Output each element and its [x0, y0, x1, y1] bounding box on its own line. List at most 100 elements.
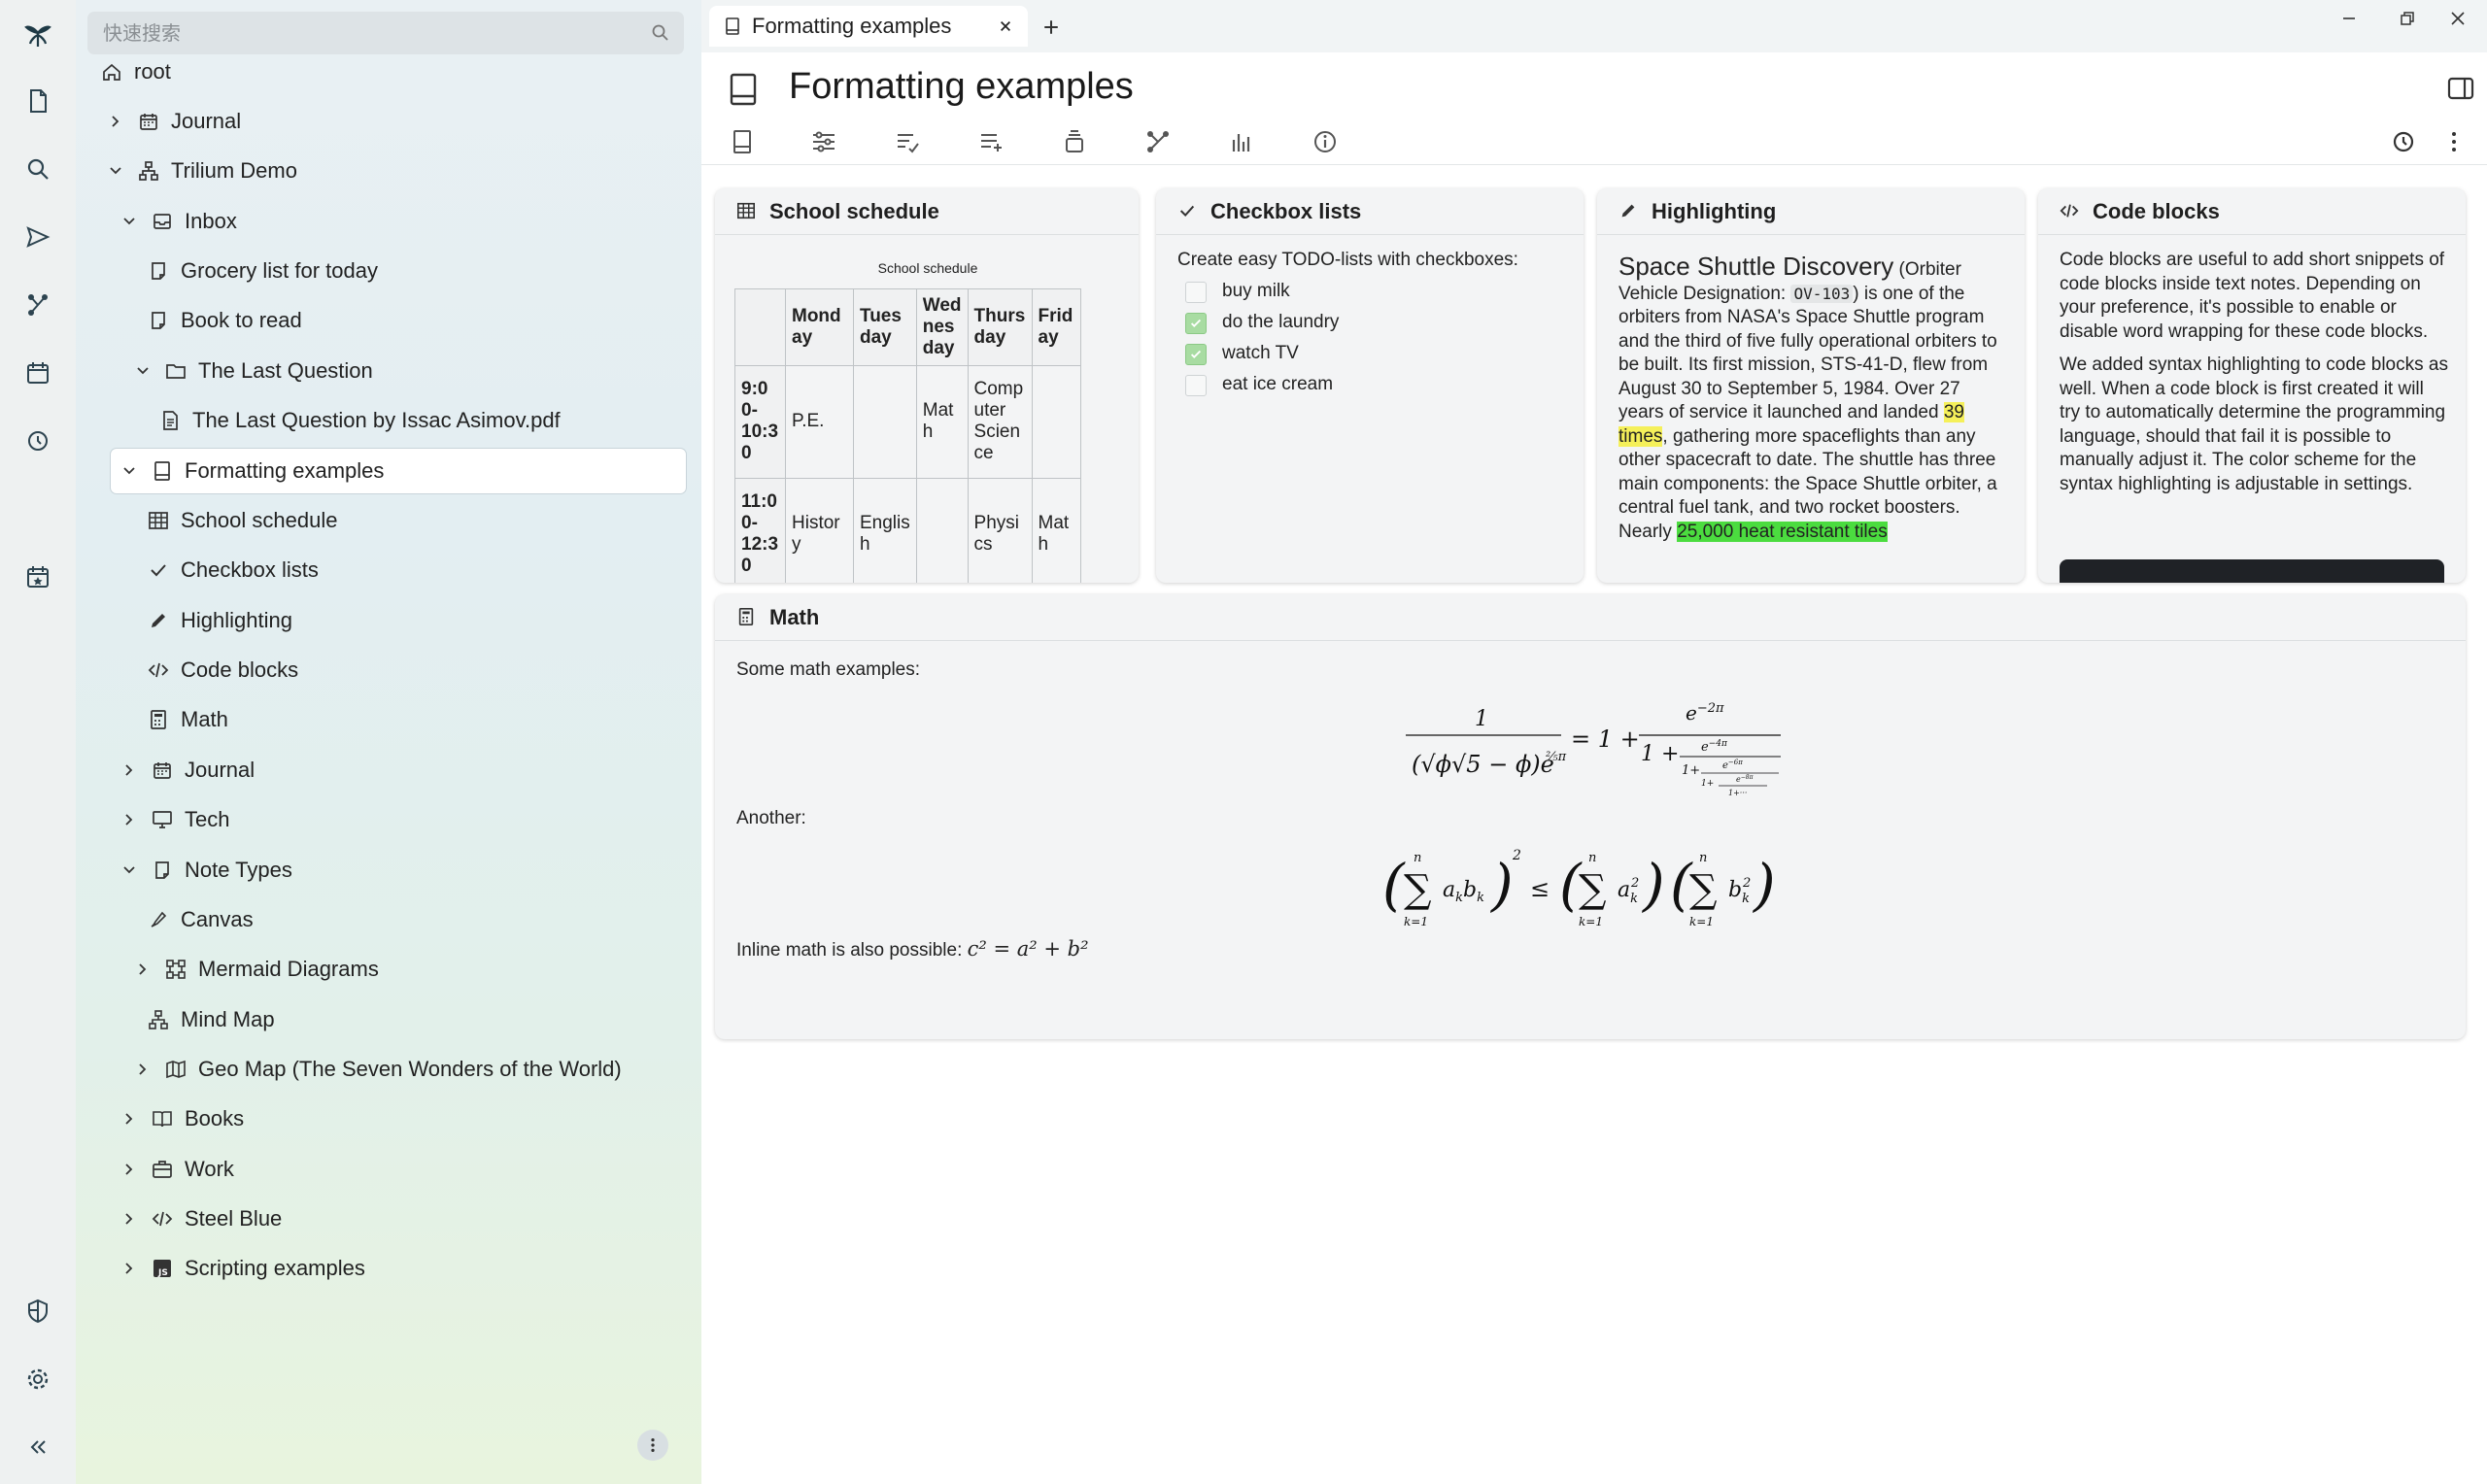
- svg-text:n: n: [1699, 851, 1707, 865]
- tree-item-highlighting[interactable]: Highlighting: [146, 598, 292, 643]
- close-window-button[interactable]: [2429, 2, 2487, 35]
- more-actions-icon[interactable]: [2436, 124, 2471, 159]
- tree-item-steel-blue[interactable]: Steel Blue: [119, 1197, 282, 1241]
- chevron-right-icon[interactable]: [119, 1108, 140, 1130]
- book-properties-icon[interactable]: [725, 124, 760, 159]
- dots-vertical-icon: [651, 1437, 655, 1453]
- table-icon: [736, 201, 758, 222]
- quick-search-input[interactable]: [103, 12, 628, 54]
- tree-item-canvas[interactable]: Canvas: [146, 897, 254, 942]
- tree-item-formatting-examples[interactable]: Formatting examples: [111, 449, 686, 493]
- calendar-icon[interactable]: [18, 354, 57, 392]
- send-icon[interactable]: [18, 218, 57, 256]
- chevron-right-icon[interactable]: [119, 1208, 140, 1230]
- book-icon: [730, 73, 757, 106]
- chevron-down-icon[interactable]: [119, 460, 140, 482]
- minimize-window-button[interactable]: [2320, 2, 2378, 35]
- math-another: Another:: [736, 807, 806, 828]
- card-body: Create easy TODO-lists with checkboxes: …: [1177, 249, 1566, 583]
- tree-item-the-last-question[interactable]: The Last Question: [132, 349, 373, 393]
- checkbox-unchecked[interactable]: [1185, 281, 1207, 303]
- close-icon: [2451, 12, 2465, 25]
- chevron-down-icon[interactable]: [119, 211, 140, 232]
- svg-text:1 +: 1 +: [1641, 742, 1679, 766]
- svg-text:(√ϕ√5 − ϕ)e: (√ϕ√5 − ϕ)e: [1412, 751, 1554, 778]
- note-title[interactable]: Formatting examples: [789, 66, 1134, 108]
- tree-item-book-to-read[interactable]: Book to read: [146, 298, 302, 343]
- note-map-icon[interactable]: [1141, 124, 1175, 159]
- tree-item-school-schedule[interactable]: School schedule: [146, 498, 337, 543]
- chevron-right-icon[interactable]: [132, 1059, 153, 1080]
- note-revisions-icon[interactable]: [2386, 124, 2421, 159]
- card-school-schedule[interactable]: School schedule School schedule Mond ay T…: [715, 188, 1139, 583]
- tree-item-mind-map[interactable]: Mind Map: [146, 997, 275, 1042]
- card-header: Math: [715, 594, 2466, 641]
- today-icon[interactable]: [18, 557, 57, 596]
- tree-item-inbox[interactable]: Inbox: [119, 199, 237, 244]
- tree-item-journal[interactable]: Journal: [105, 99, 241, 144]
- chevron-down-icon[interactable]: [105, 160, 126, 182]
- toggle-right-pane-icon[interactable]: [2446, 74, 2475, 103]
- checkbox-checked[interactable]: [1185, 343, 1207, 365]
- tree-item-geo-map-the-seven-wonders-of-the-world[interactable]: Geo Map (The Seven Wonders of the World): [132, 1047, 622, 1092]
- svg-text:e−4π: e−4π: [1701, 739, 1728, 755]
- restore-window-button[interactable]: [2378, 2, 2436, 35]
- card-highlighting[interactable]: Highlighting Space Shuttle Discovery (Or…: [1597, 188, 2025, 583]
- checkbox-unchecked[interactable]: [1185, 374, 1207, 396]
- chevron-right-icon[interactable]: [119, 809, 140, 830]
- sitemap-icon: [136, 158, 161, 184]
- chevron-right-icon[interactable]: [119, 1159, 140, 1180]
- search-icon[interactable]: [18, 150, 57, 188]
- note-map-icon[interactable]: [18, 286, 57, 324]
- table-row: 9:0 0- 10:3 0 P.E. Mat h Comp uter Scien ce: [734, 364, 1081, 479]
- table-header-cell: Frid ay: [1031, 287, 1081, 366]
- recent-changes-icon[interactable]: [18, 422, 57, 460]
- sidebar-menu-button[interactable]: [637, 1430, 668, 1461]
- trilium-logo-icon[interactable]: [18, 16, 57, 54]
- chevron-down-icon[interactable]: [132, 360, 153, 382]
- chevron-right-icon[interactable]: [132, 959, 153, 980]
- card-checkbox-lists[interactable]: Checkbox lists Create easy TODO-lists wi…: [1156, 188, 1584, 583]
- tree-item-scripting-examples[interactable]: JS Scripting examples: [119, 1246, 365, 1291]
- svg-text:e−2π: e−2π: [1686, 701, 1724, 725]
- table-cell: P.E.: [785, 364, 854, 479]
- search-icon[interactable]: [651, 23, 670, 43]
- tree-item-code-blocks[interactable]: Code blocks: [146, 648, 298, 692]
- promoted-attributes-icon[interactable]: [890, 124, 925, 159]
- owned-attributes-icon[interactable]: [973, 124, 1008, 159]
- note-options-icon[interactable]: [806, 124, 841, 159]
- chevron-right-icon[interactable]: [119, 759, 140, 781]
- note-icon: [146, 258, 171, 284]
- tree-item-checkbox-lists[interactable]: Checkbox lists: [146, 548, 319, 592]
- tree-item-mermaid-diagrams[interactable]: Mermaid Diagrams: [132, 947, 379, 992]
- tab-formatting-examples[interactable]: Formatting examples: [709, 6, 1028, 47]
- close-tab-icon[interactable]: [995, 16, 1016, 37]
- protected-session-icon[interactable]: [18, 1292, 57, 1331]
- settings-gear-icon[interactable]: [18, 1360, 57, 1399]
- table-cell: Englis h: [853, 477, 917, 583]
- tree-item-work[interactable]: Work: [119, 1147, 234, 1192]
- chevron-right-icon[interactable]: [119, 1258, 140, 1279]
- new-note-icon[interactable]: [18, 82, 57, 120]
- tree-item-root[interactable]: root: [99, 50, 171, 94]
- tree-item-trilium-demo[interactable]: Trilium Demo: [105, 149, 297, 193]
- tree-item-label: Work: [185, 1157, 234, 1181]
- similar-notes-icon[interactable]: [1224, 124, 1259, 159]
- chevron-right-icon[interactable]: [105, 111, 126, 132]
- collapse-sidebar-icon[interactable]: [18, 1428, 57, 1467]
- inherited-attributes-icon[interactable]: [1057, 124, 1092, 159]
- tree-item-note-types[interactable]: Note Types: [119, 848, 292, 893]
- tree-item-math[interactable]: Math: [146, 697, 228, 742]
- tree-item-the-last-question-by-issac-asimov-pdf[interactable]: The Last Question by Issac Asimov.pdf: [157, 398, 561, 443]
- tree-item-grocery-list-for-today[interactable]: Grocery list for today: [146, 249, 378, 293]
- checkbox-checked[interactable]: [1185, 312, 1207, 334]
- card-math[interactable]: Math Some math examples: 1 (√ϕ√5 − ϕ)e ⅖…: [715, 594, 2466, 1039]
- tree-item-tech[interactable]: Tech: [119, 797, 229, 842]
- tree-item-journal[interactable]: Journal: [119, 748, 255, 793]
- new-tab-button[interactable]: [1036, 12, 1067, 43]
- note-info-icon[interactable]: [1308, 124, 1343, 159]
- tree-item-books[interactable]: Books: [119, 1096, 244, 1141]
- card-code-blocks[interactable]: Code blocks Code blocks are useful to ad…: [2038, 188, 2466, 583]
- tree-item-label: Mind Map: [181, 1007, 275, 1031]
- chevron-down-icon[interactable]: [119, 860, 140, 881]
